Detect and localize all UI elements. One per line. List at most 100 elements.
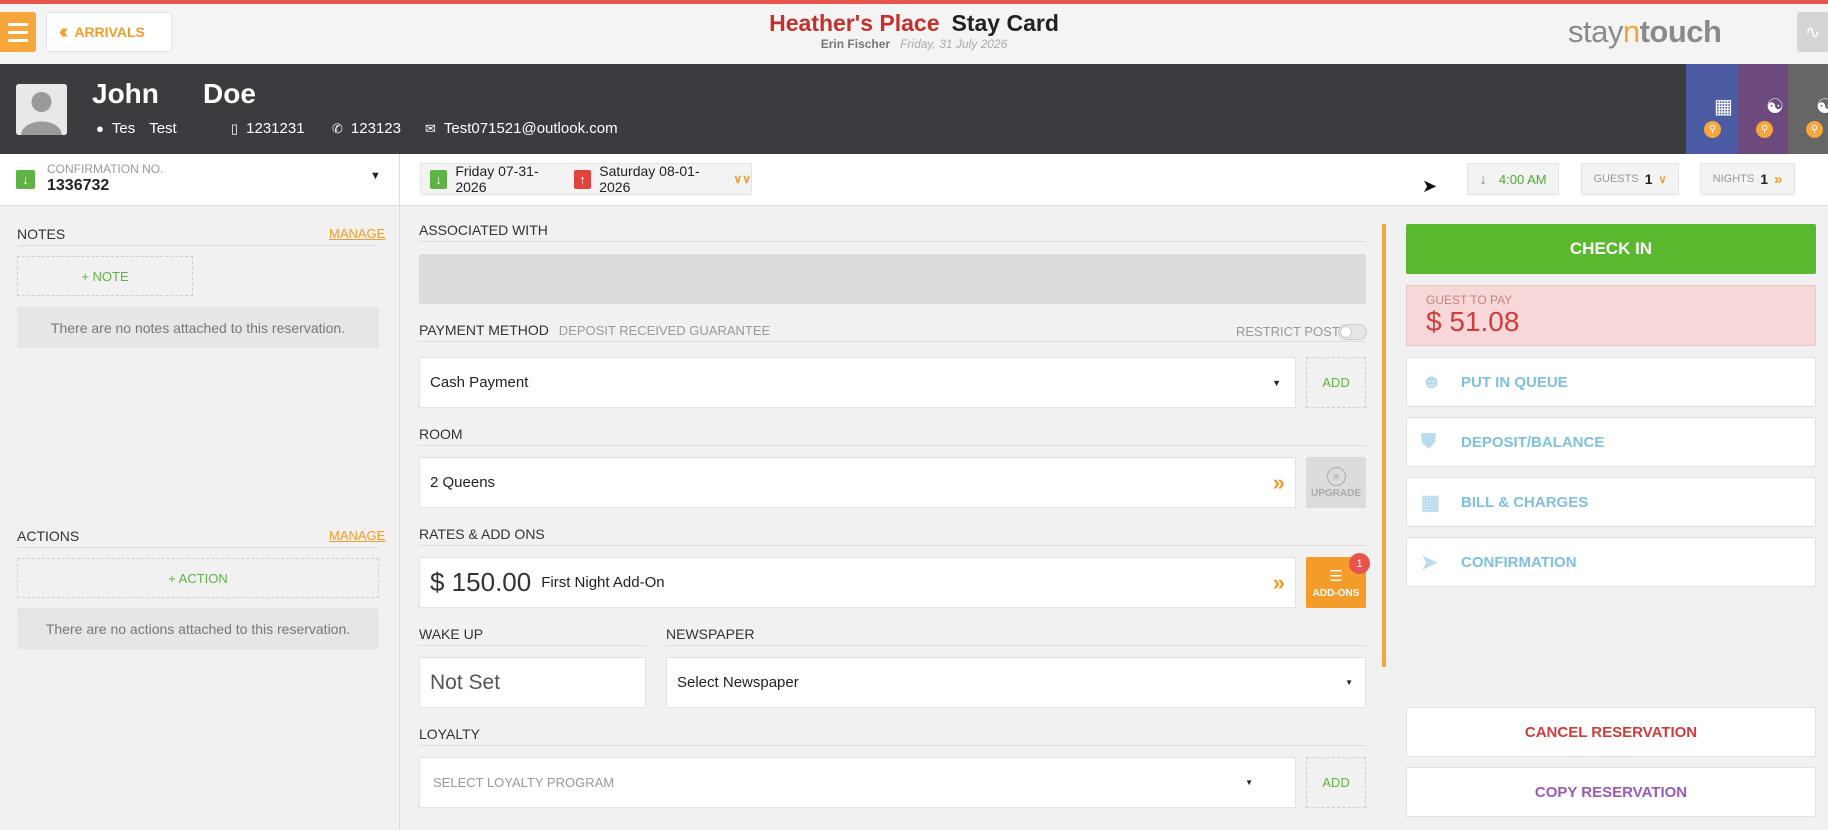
put-in-queue-button[interactable]: ☻ PUT IN QUEUE <box>1406 357 1816 407</box>
wakeup-label: WAKE UP <box>419 626 484 642</box>
room-field[interactable]: 2 Queens » <box>419 457 1296 508</box>
globe-icon: ☯ <box>1766 96 1784 118</box>
guest-mobile: ▯ 1231231 <box>231 120 305 137</box>
loyalty-label: LOYALTY <box>419 726 480 742</box>
associated-with-field[interactable] <box>419 254 1366 304</box>
add-payment-button[interactable]: ADD <box>1306 357 1366 408</box>
email-icon: ✉ <box>425 120 436 136</box>
rate-name: First Night Add-On <box>541 574 665 591</box>
phone-icon: ✆ <box>332 120 343 136</box>
page-name: Stay Card <box>951 10 1059 36</box>
add-action-button[interactable]: + ACTION <box>17 558 379 598</box>
guest-phone: ✆ 123123 <box>332 120 401 137</box>
company-card-tile[interactable]: ▦ ⚲ <box>1686 64 1738 154</box>
guest-last-name[interactable]: Doe <box>203 78 256 110</box>
avatar[interactable] <box>16 84 67 135</box>
search-icon: ⚲ <box>1704 121 1721 138</box>
confirmation-label: CONFIRMATION NO. <box>47 162 164 176</box>
people-queue-icon: ☻ <box>1421 370 1443 393</box>
divider <box>666 645 1366 646</box>
layers-icon: ☰ <box>1329 567 1343 585</box>
search-icon: ⚲ <box>1806 121 1823 138</box>
activity-icon[interactable]: ∿ <box>1797 12 1828 52</box>
bill-charges-button[interactable]: ▦ BILL & CHARGES <box>1406 477 1816 527</box>
mouse-cursor: ➤ <box>1422 176 1438 196</box>
check-in-button[interactable]: CHECK IN <box>1406 224 1816 274</box>
caret-down-icon: ▼ <box>1245 778 1253 787</box>
loyalty-select[interactable]: SELECT LOYALTY PROGRAM ▼ <box>419 757 1296 808</box>
stayntouch-logo: stayntouch <box>1568 14 1722 49</box>
divider <box>419 645 646 646</box>
divider <box>419 745 1366 746</box>
divider <box>17 245 379 246</box>
arrival-time[interactable]: ↓ 4:00 AM <box>1467 163 1559 195</box>
double-chevron-right-icon: » <box>1774 170 1783 188</box>
divider <box>419 545 1366 546</box>
actions-empty-message: There are no actions attached to this re… <box>17 608 379 649</box>
arrival-arrow-icon: ↓ <box>1479 170 1487 188</box>
confirmation-button[interactable]: ➤ CONFIRMATION <box>1406 537 1816 587</box>
restrict-post-label: RESTRICT POST <box>1236 324 1340 339</box>
room-label: ROOM <box>419 426 463 442</box>
restrict-post-toggle[interactable] <box>1338 324 1367 340</box>
payment-method-select[interactable]: Cash Payment ▼ <box>419 357 1296 408</box>
addons-count-badge: 1 <box>1349 553 1370 574</box>
coins-icon: ⛊ <box>1421 430 1436 453</box>
double-chevron-down-icon: ∨∨ <box>733 172 751 186</box>
divider <box>419 445 1366 446</box>
divider <box>419 341 1366 342</box>
hotel-name: Heather's Place <box>769 10 940 36</box>
deposit-balance-button[interactable]: ⛊ DEPOSIT/BALANCE <box>1406 417 1816 467</box>
guest-to-pay-label: GUEST TO PAY <box>1426 293 1513 307</box>
group-card-tile[interactable]: ☯ ⚲ <box>1788 64 1828 154</box>
caret-down-icon[interactable]: ▼ <box>370 170 381 182</box>
departure-arrow-icon: ↑ <box>573 169 592 189</box>
page-subtitle: Erin Fischer Friday, 31 July 2026 <box>0 37 1828 51</box>
notes-manage-link[interactable]: MANAGE <box>329 226 385 241</box>
business-date: Friday, 31 July 2026 <box>900 37 1008 51</box>
add-loyalty-button[interactable]: ADD <box>1306 757 1366 808</box>
cancel-reservation-button[interactable]: CANCEL RESERVATION <box>1406 707 1816 757</box>
caret-down-icon: ▼ <box>1345 678 1353 687</box>
guest-first-name[interactable]: John <box>92 78 159 110</box>
arrival-arrow-icon: ↓ <box>430 169 448 189</box>
arrival-arrow-icon: ↓ <box>16 170 35 189</box>
confirmation-number: 1336732 <box>47 177 110 194</box>
add-note-button[interactable]: + NOTE <box>17 256 193 296</box>
actions-title: ACTIONS <box>17 528 80 544</box>
close-circle-icon: × <box>1326 466 1346 486</box>
newspaper-select[interactable]: Select Newspaper ▼ <box>666 657 1366 708</box>
guest-email: ✉ Test071521@outlook.com <box>425 120 618 137</box>
building-icon: ▦ <box>1714 96 1733 118</box>
caret-down-icon: ▼ <box>1272 377 1281 388</box>
rate-amount: $ 150.00 <box>430 567 532 597</box>
divider <box>17 547 379 548</box>
payment-guarantee: DEPOSIT RECEIVED GUARANTEE <box>558 323 771 338</box>
travel-agent-card-tile[interactable]: ☯ ⚲ <box>1738 64 1788 154</box>
location-pin-icon: ● <box>96 121 104 136</box>
guests-selector[interactable]: GUESTS 1 ∨ <box>1581 163 1679 195</box>
rate-field[interactable]: $ 150.00 First Night Add-On » <box>419 557 1296 608</box>
copy-reservation-button[interactable]: COPY RESERVATION <box>1406 767 1816 817</box>
notes-empty-message: There are no notes attached to this rese… <box>17 307 379 348</box>
page-title: Heather's Place Stay Card <box>0 10 1828 37</box>
wakeup-field[interactable]: Not Set <box>419 657 646 708</box>
divider <box>419 241 1366 242</box>
double-chevron-down-icon: ∨ <box>1658 173 1667 186</box>
scroll-indicator <box>1382 224 1386 667</box>
guest-to-pay-amount: $ 51.08 <box>1426 306 1520 337</box>
arrival-date: Friday 07-31-2026 <box>455 163 539 195</box>
associated-with-label: ASSOCIATED WITH <box>419 222 548 238</box>
guest-location: ● Tes Test <box>96 120 177 137</box>
upgrade-button[interactable]: × UPGRADE <box>1306 457 1366 508</box>
mobile-icon: ▯ <box>231 120 239 136</box>
departure-date: Saturday 08-01-2026 <box>599 163 700 195</box>
double-chevron-right-icon: » <box>1272 569 1285 595</box>
stay-dates[interactable]: ↓ Friday 07-31-2026 ↑ Saturday 08-01-202… <box>420 163 752 195</box>
actions-manage-link[interactable]: MANAGE <box>329 528 385 543</box>
user-name: Erin Fischer <box>820 37 891 51</box>
nights-selector[interactable]: NIGHTS 1 » <box>1700 163 1795 195</box>
notes-title: NOTES <box>17 226 66 242</box>
search-icon: ⚲ <box>1756 121 1773 138</box>
left-panel <box>0 206 400 830</box>
